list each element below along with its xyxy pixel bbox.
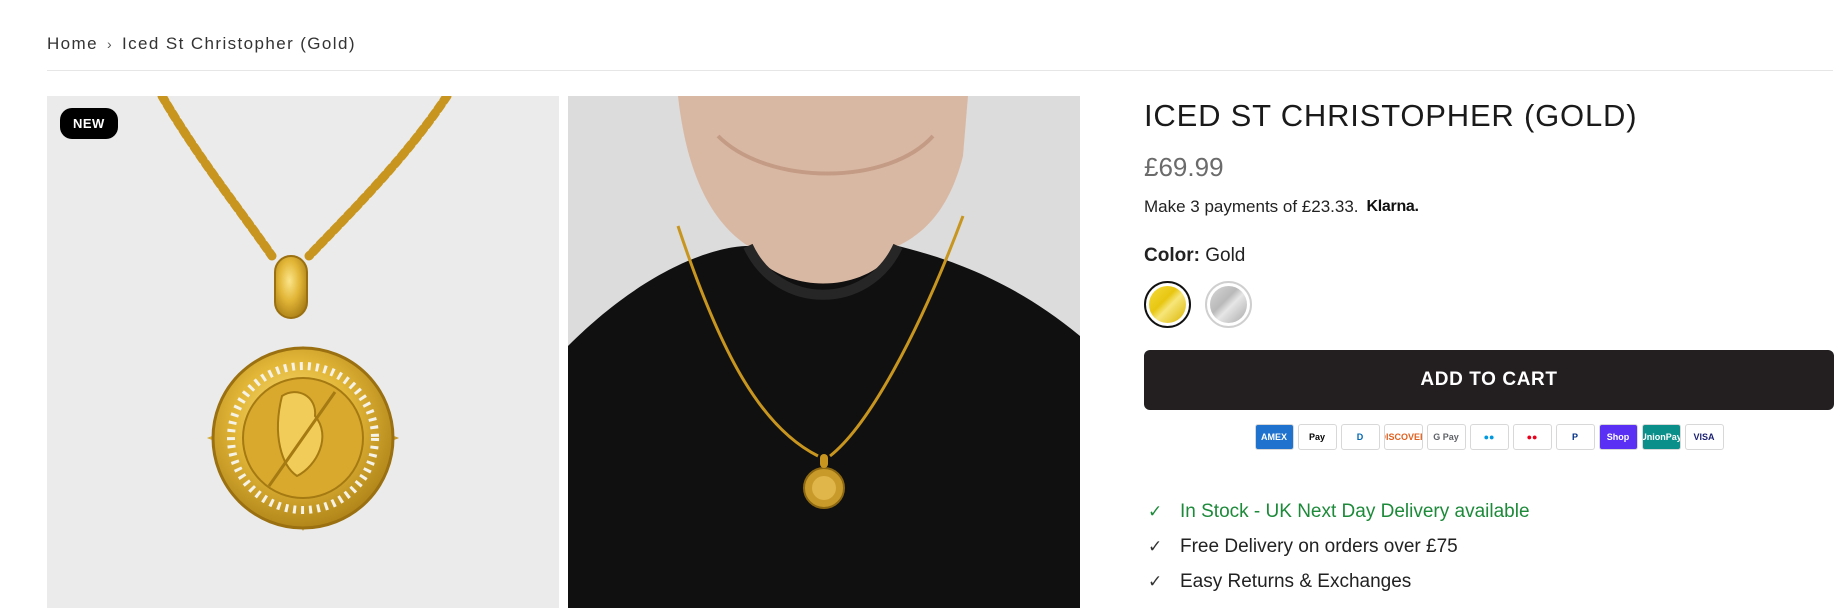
breadcrumb-current: Iced St Christopher (Gold) [122,34,356,53]
breadcrumb-separator: › [106,36,114,52]
feature-text: Free Delivery on orders over £75 [1180,535,1458,557]
feature-text: In Stock - UK Next Day Delivery availabl… [1180,500,1530,522]
product-features: ✓ In Stock - UK Next Day Delivery availab… [1144,494,1834,599]
gold-pendant-illustration [157,96,452,531]
product-price: £69.99 [1144,152,1224,182]
payment-icon: D [1340,424,1380,450]
payment-icon: G Pay [1426,424,1466,450]
breadcrumb: Home › Iced St Christopher (Gold) [47,34,356,54]
model-illustration [568,96,1080,608]
add-to-cart-button[interactable]: ADD TO CART [1144,350,1834,410]
product-info: ICED ST CHRISTOPHER (GOLD) £69.99 Make 3… [1144,96,1834,599]
product-image-model[interactable] [568,96,1080,608]
payment-icon: AMEX [1254,424,1294,450]
payment-icon: ●● [1469,424,1509,450]
swatch-gold-fill [1149,286,1186,323]
color-label: Color: Gold [1144,245,1834,267]
check-icon: ✓ [1148,536,1163,556]
swatch-silver[interactable] [1205,281,1252,328]
check-icon: ✓ [1148,571,1163,591]
feature-item: ✓ Easy Returns & Exchanges [1144,564,1834,599]
payment-icon: P [1555,424,1595,450]
klarna-logo[interactable]: Klarna. [1367,198,1419,216]
product-image-main[interactable]: NEW [47,96,559,608]
color-label-value: Gold [1205,245,1246,266]
header-divider [47,70,1833,71]
klarna-installments: Make 3 payments of £23.33. Klarna. [1144,197,1834,217]
payment-icon: VISA [1684,424,1724,450]
payment-icon: DISCOVER [1383,424,1423,450]
swatch-silver-fill [1210,286,1247,323]
breadcrumb-home-link[interactable]: Home [47,34,98,54]
check-icon: ✓ [1148,501,1163,521]
swatch-gold[interactable] [1144,281,1191,328]
new-badge: NEW [60,108,118,139]
payment-icon: ●● [1512,424,1552,450]
feature-item: ✓ Free Delivery on orders over £75 [1144,529,1834,564]
color-label-key: Color: [1144,245,1200,266]
color-swatches [1144,281,1834,328]
payment-icon: Pay [1297,424,1337,450]
payment-methods: AMEXPayDDISCOVERG Pay●●●●PShopUnionPayVI… [1144,424,1834,450]
product-title: ICED ST CHRISTOPHER (GOLD) [1144,98,1638,133]
payment-icon: UnionPay [1641,424,1681,450]
feature-item: ✓ In Stock - UK Next Day Delivery availab… [1144,494,1834,529]
feature-text: Easy Returns & Exchanges [1180,570,1412,592]
payment-icon: Shop [1598,424,1638,450]
klarna-text: Make 3 payments of £23.33. [1144,197,1359,216]
